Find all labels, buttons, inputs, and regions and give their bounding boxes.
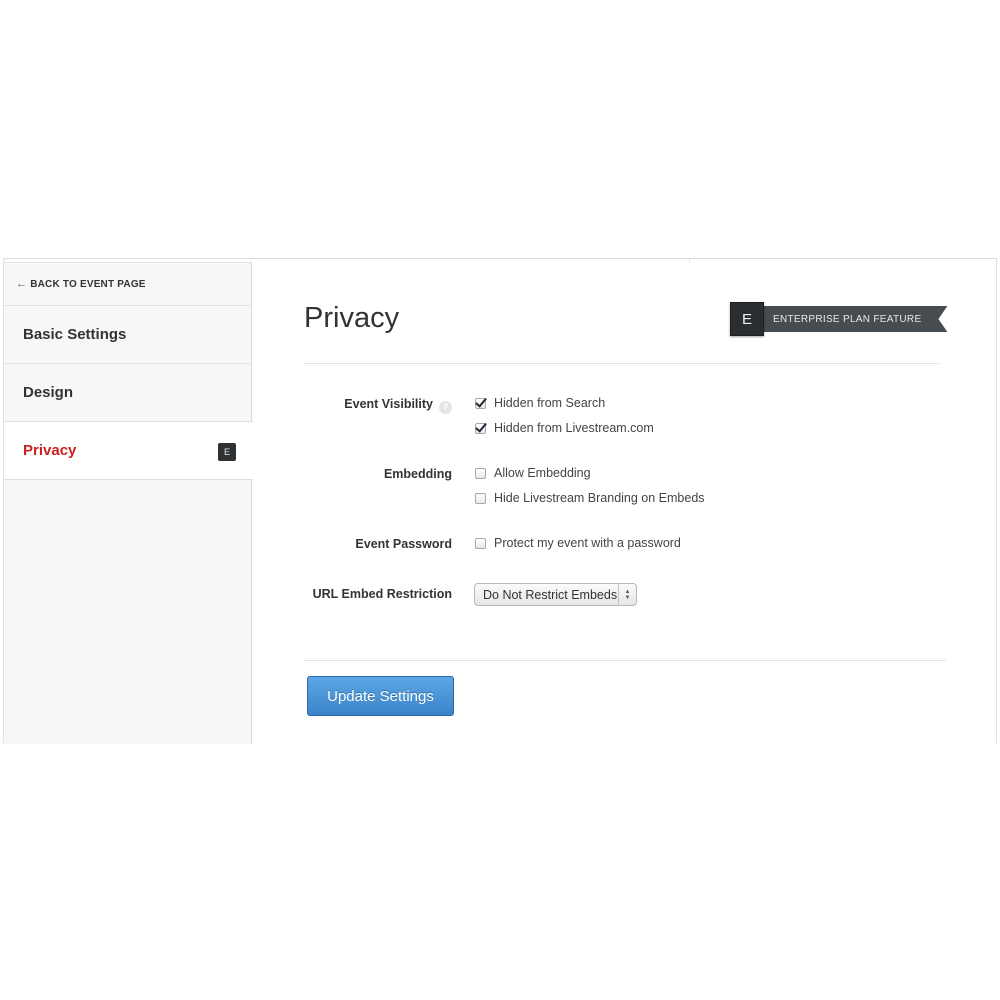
settings-sidebar: ← BACK TO EVENT PAGE Basic Settings Desi… (4, 262, 253, 744)
sidebar-item-label: Privacy (23, 442, 77, 459)
sidebar-item-label: Design (23, 384, 74, 401)
enterprise-ribbon-label: ENTERPRISE PLAN FEATURE (764, 306, 947, 332)
arrow-left-icon: ← (16, 278, 28, 290)
hidden-from-livestream-label: Hidden from Livestream.com (494, 421, 654, 435)
sidebar-item-privacy[interactable]: Privacy E (4, 421, 253, 480)
hide-branding-option[interactable]: Hide Livestream Branding on Embeds (475, 491, 705, 505)
update-settings-button[interactable]: Update Settings (307, 676, 454, 716)
settings-panel: ← BACK TO EVENT PAGE Basic Settings Desi… (3, 258, 997, 744)
sidebar-item-basic-settings[interactable]: Basic Settings (4, 306, 251, 364)
url-embed-restriction-select[interactable]: Do Not Restrict Embeds ▲ ▼ (474, 583, 637, 606)
title-divider (304, 363, 939, 364)
select-arrows-icon: ▲ ▼ (618, 584, 636, 605)
form-footer-divider (304, 660, 946, 661)
help-icon[interactable]: ? (439, 401, 452, 414)
hide-branding-label: Hide Livestream Branding on Embeds (494, 491, 705, 505)
privacy-settings-content: Privacy E ENTERPRISE PLAN FEATURE Event … (304, 262, 949, 744)
back-link-label: BACK TO EVENT PAGE (30, 278, 146, 290)
event-visibility-label: Event Visibility? (304, 397, 452, 414)
sidebar-item-label: Basic Settings (23, 326, 127, 343)
allow-embedding-checkbox[interactable] (475, 467, 486, 479)
allow-embedding-option[interactable]: Allow Embedding (475, 466, 591, 480)
page-title: Privacy (304, 302, 400, 334)
protect-password-label: Protect my event with a password (494, 536, 681, 550)
enterprise-plan-feature-badge: E ENTERPRISE PLAN FEATURE (730, 302, 947, 336)
protect-password-option[interactable]: Protect my event with a password (475, 536, 681, 550)
hidden-from-search-label: Hidden from Search (494, 396, 606, 410)
sidebar-item-design[interactable]: Design (4, 364, 251, 422)
hidden-from-livestream-checkbox[interactable] (475, 422, 486, 434)
enterprise-icon: E (730, 302, 764, 336)
allow-embedding-label: Allow Embedding (494, 466, 591, 480)
hide-branding-checkbox[interactable] (475, 492, 486, 504)
enterprise-badge-icon: E (218, 443, 236, 461)
back-to-event-link[interactable]: ← BACK TO EVENT PAGE (4, 263, 251, 306)
embedding-label: Embedding (383, 467, 452, 481)
hidden-from-livestream-option[interactable]: Hidden from Livestream.com (475, 421, 654, 435)
hidden-from-search-option[interactable]: Hidden from Search (475, 396, 605, 410)
event-visibility-label-text: Event Visibility (344, 397, 433, 411)
url-embed-restriction-label: URL Embed Restriction (312, 587, 452, 601)
hidden-from-search-checkbox[interactable] (475, 397, 486, 409)
event-password-label: Event Password (355, 537, 452, 551)
url-embed-restriction-value: Do Not Restrict Embeds (483, 587, 618, 602)
protect-password-checkbox[interactable] (475, 537, 486, 549)
